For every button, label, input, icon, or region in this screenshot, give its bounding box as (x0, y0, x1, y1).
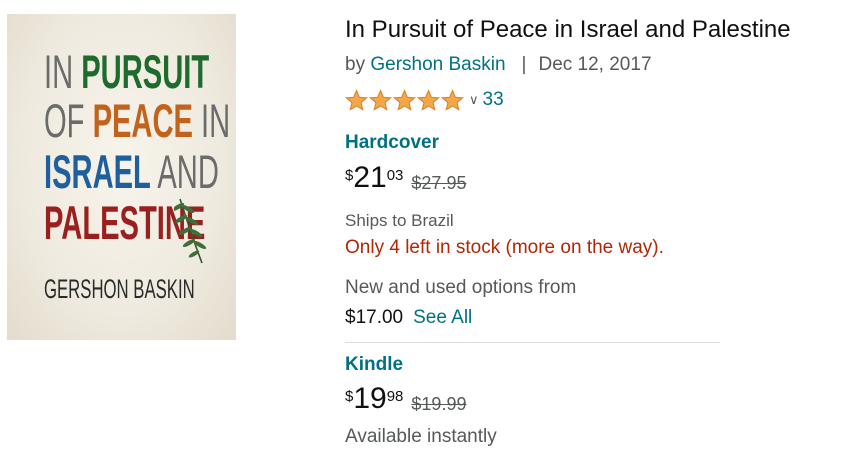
price-fraction: 03 (386, 167, 404, 184)
price-fraction: 98 (386, 388, 404, 405)
cover-title-line-1: IN PURSUIT (44, 48, 209, 95)
used-price: $17.00 (345, 307, 404, 328)
price-currency: $ (345, 388, 354, 405)
book-cover-image[interactable]: IN PURSUIT OF PEACE IN ISRAEL AND PALEST… (7, 14, 236, 340)
publish-date: Dec 12, 2017 (538, 54, 652, 75)
cover-word: ISRAEL (44, 145, 151, 198)
cover-word: PEACE (92, 94, 193, 147)
star-icon (369, 89, 392, 111)
stock-status: Only 4 left in stock (more on the way). (345, 237, 664, 258)
list-price: $27.95 (411, 173, 467, 193)
rating-count-link[interactable]: 33 (483, 89, 504, 111)
see-all-link[interactable]: See All (413, 307, 472, 328)
price-whole: 19 (353, 382, 387, 415)
chevron-down-icon[interactable]: ∨ (469, 92, 479, 108)
list-price: $19.99 (411, 394, 467, 414)
cover-word: PURSUIT (81, 45, 210, 98)
star-icon (345, 89, 368, 111)
olive-branch-icon (174, 198, 207, 264)
cover-author: GERSHON BASKIN (44, 274, 195, 304)
format-kindle-link[interactable]: Kindle (345, 354, 403, 376)
format-hardcover-link[interactable]: Hardcover (345, 132, 439, 154)
cover-title-line-3: ISRAEL AND (44, 148, 219, 195)
used-options-row: $17.00 See All (345, 307, 472, 329)
byline: by Gershon Baskin | Dec 12, 2017 (345, 54, 652, 76)
price-currency: $ (345, 167, 354, 184)
star-icon (417, 89, 440, 111)
byline-separator: | (521, 54, 527, 75)
hardcover-price[interactable]: $ 21 03 $27.95 (345, 163, 466, 194)
cover-title-line-2: OF PEACE IN (44, 97, 230, 144)
product-title-link[interactable]: In Pursuit of Peace in Israel and Palest… (345, 16, 791, 44)
ships-to-text: Ships to Brazil (345, 211, 454, 230)
kindle-price[interactable]: $ 19 98 $19.99 (345, 384, 466, 415)
star-icon (441, 89, 464, 111)
price-whole: 21 (353, 161, 387, 194)
cover-word: AND (150, 145, 219, 198)
author-link[interactable]: Gershon Baskin (370, 54, 505, 75)
cover-word: IN (192, 94, 231, 147)
by-label: by (345, 54, 366, 75)
availability-text: Available instantly (345, 426, 497, 447)
used-options-text: New and used options from (345, 277, 577, 298)
cover-word: OF (44, 94, 93, 147)
format-divider (345, 342, 720, 343)
cover-word: IN (44, 45, 82, 98)
star-icon (393, 89, 416, 111)
star-rating[interactable] (345, 89, 464, 111)
rating-row: ∨ 33 (345, 88, 504, 112)
